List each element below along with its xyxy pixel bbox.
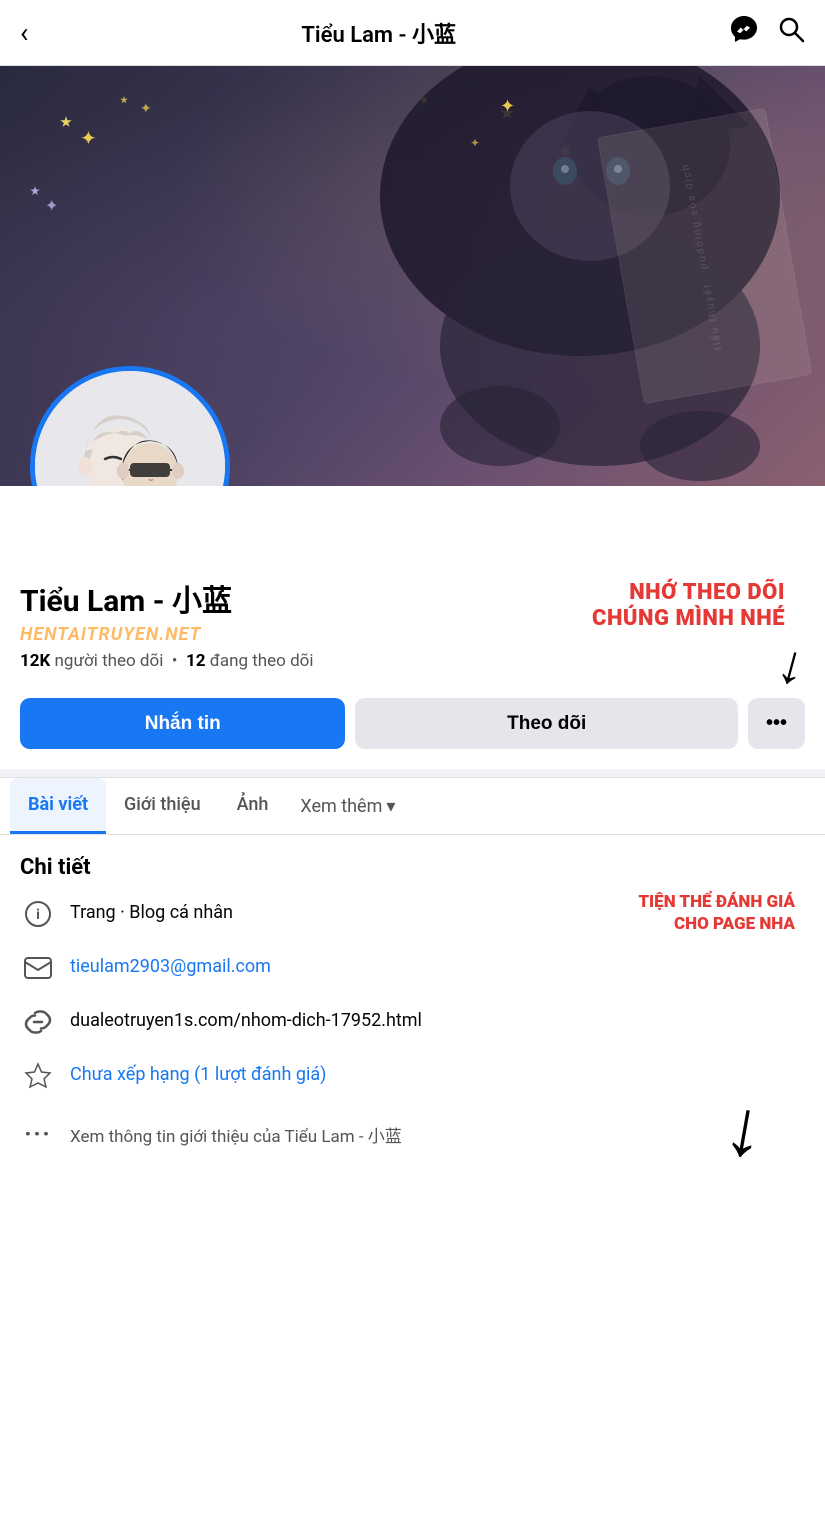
follow-button[interactable]: Theo dõi — [355, 698, 738, 749]
nav-icons — [729, 14, 805, 51]
email-icon — [20, 950, 56, 986]
profile-name: Tiểu Lam - 小蓝 — [20, 576, 314, 620]
more-info-text: Xem thông tin giới thiệu của Tiểu Lam - … — [70, 1122, 402, 1147]
tab-posts[interactable]: Bài viết — [10, 778, 106, 834]
promo-line1: NHỚ THEO DÕI — [592, 580, 785, 606]
profile-info-container: Tiểu Lam - 小蓝 HENTAITRUYEN.NET 12K người… — [20, 576, 805, 749]
following-label: đang theo dõi — [210, 651, 314, 671]
followers-label: người theo dõi — [55, 651, 164, 671]
followers-count: 12K — [20, 651, 50, 671]
tab-more[interactable]: Xem thêm ▾ — [286, 780, 409, 833]
more-button[interactable]: ••• — [748, 698, 805, 749]
ellipsis-icon: ··· — [20, 1116, 56, 1152]
website-text[interactable]: dualeotruyen1s.com/nhom-dich-17952.html — [70, 1004, 422, 1033]
tab-bar: Bài viết Giới thiệu Ảnh Xem thêm ▾ — [0, 777, 825, 835]
action-buttons: Nhắn tin Theo dõi ••• — [20, 698, 805, 749]
messenger-icon[interactable] — [729, 14, 759, 51]
detail-row-rating-wrapper: Chưa xếp hạng (1 lượt đánh giá) ↓ — [20, 1058, 805, 1094]
page-type: Trang · Blog cá nhân — [70, 896, 233, 925]
profile-section: Tiểu Lam - 小蓝 HENTAITRUYEN.NET 12K người… — [0, 486, 825, 749]
profile-avatar[interactable] — [30, 366, 230, 486]
info-icon: i — [20, 896, 56, 932]
promo-rate-text: TIỆN THỂ ĐÁNH GIÁ CHO PAGE NHA — [638, 891, 795, 935]
arrow-follow: ↓ — [772, 638, 811, 693]
details-title: Chi tiết — [20, 855, 805, 880]
star-icon — [20, 1058, 56, 1094]
promo-line2: CHÚNG MÌNH NHÉ — [592, 606, 785, 632]
tab-more-label: Xem thêm — [300, 796, 382, 817]
arrow-rating: ↓ — [718, 1085, 771, 1171]
link-icon — [20, 1004, 56, 1040]
chevron-down-icon: ▾ — [386, 796, 395, 817]
detail-row-more-info[interactable]: ··· Xem thông tin giới thiệu của Tiểu La… — [20, 1112, 805, 1152]
detail-row-page: i Trang · Blog cá nhân TIỆN THỂ ĐÁNH GIÁ… — [20, 896, 805, 932]
message-button[interactable]: Nhắn tin — [20, 698, 345, 749]
svg-text:i: i — [36, 907, 40, 923]
tab-photos[interactable]: Ảnh — [219, 778, 287, 834]
details-section: Chi tiết i Trang · Blog cá nhân TIỆN THỂ… — [0, 835, 825, 1172]
tab-about[interactable]: Giới thiệu — [106, 778, 219, 834]
back-button[interactable]: ‹ — [20, 16, 28, 49]
follower-info: 12K người theo dõi • 12 đang theo dõi — [20, 651, 314, 671]
email-text[interactable]: tieulam2903@gmail.com — [70, 950, 271, 979]
page-title: Tiểu Lam - 小蓝 — [301, 17, 456, 49]
following-count: 12 — [186, 651, 206, 671]
rating-text[interactable]: Chưa xếp hạng (1 lượt đánh giá) — [70, 1058, 326, 1087]
watermark: HENTAITRUYEN.NET — [20, 624, 314, 645]
detail-row-website: dualeotruyen1s.com/nhom-dich-17952.html — [20, 1004, 805, 1040]
top-nav: ‹ Tiểu Lam - 小蓝 — [0, 0, 825, 66]
search-icon[interactable] — [777, 15, 805, 50]
detail-row-rating: Chưa xếp hạng (1 lượt đánh giá) — [20, 1058, 805, 1094]
detail-row-email: tieulam2903@gmail.com — [20, 950, 805, 986]
profile-pic-wrapper — [30, 366, 230, 486]
promo-text: NHỚ THEO DÕI CHÚNG MÌNH NHÉ — [592, 580, 785, 633]
cover-photo: tiểu thuyết · pudding sóa dịch ✦ ✦ ✦ ✦ ✦ — [0, 66, 825, 486]
divider-1 — [0, 769, 825, 777]
